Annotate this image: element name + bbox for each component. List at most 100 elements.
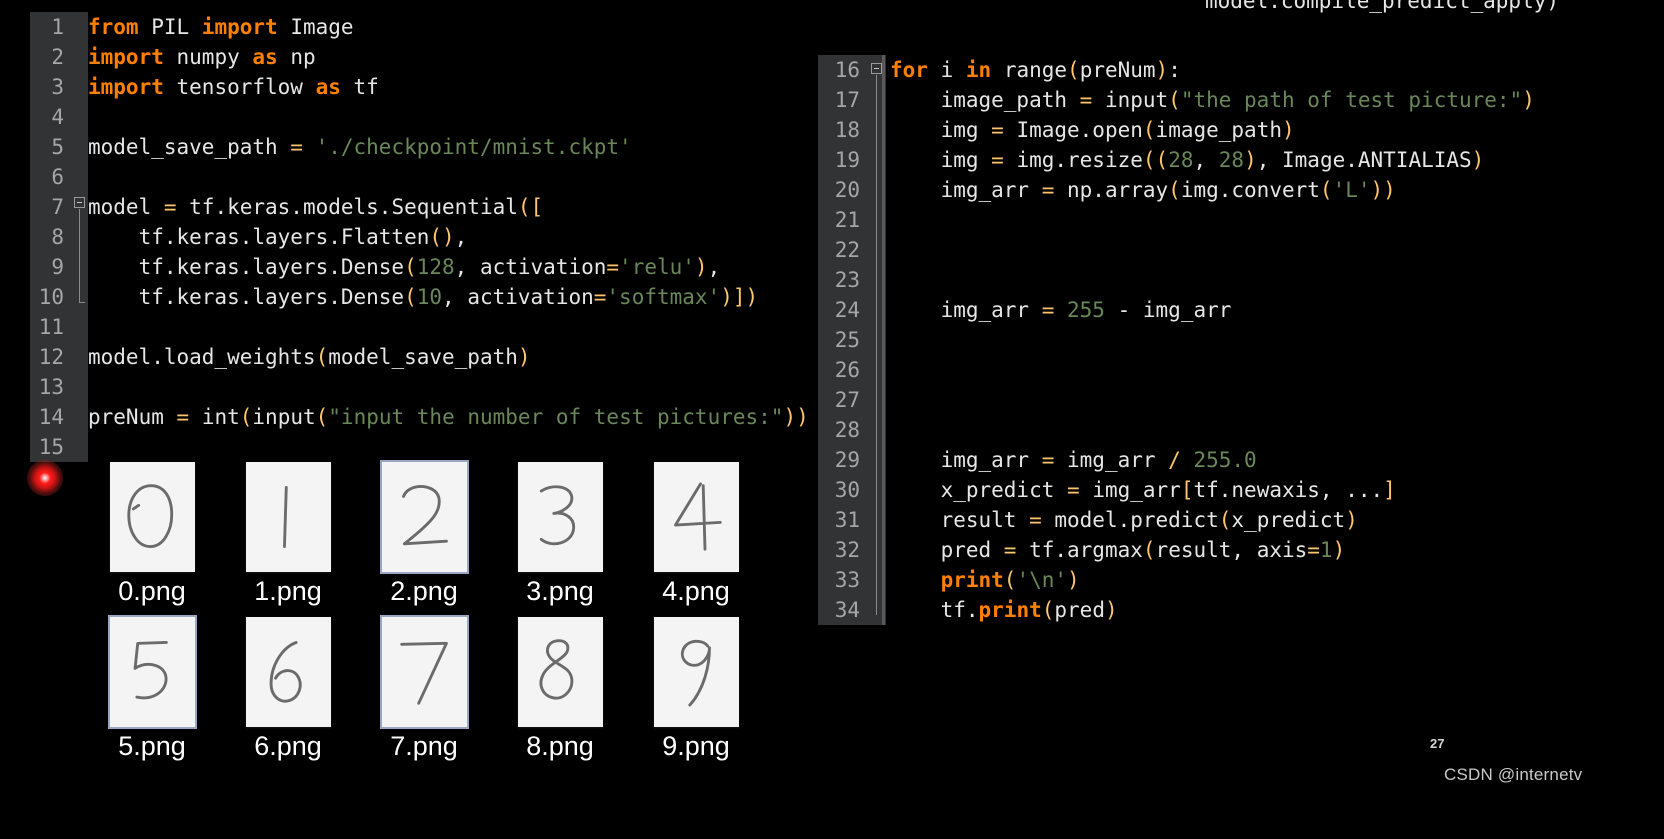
digit-image-4[interactable]: [653, 462, 739, 572]
line-number: 10: [38, 285, 64, 309]
code-token: 'L': [1332, 178, 1371, 202]
code-line[interactable]: result = model.predict(x_predict): [890, 505, 1664, 535]
code-token: =: [593, 285, 607, 309]
code-token: =: [1003, 538, 1030, 562]
code-line[interactable]: from PIL import Image: [88, 12, 840, 42]
code-token: tf.keras.layers.Dense: [88, 285, 405, 309]
code-line[interactable]: img_arr = np.array(img.convert('L')): [890, 175, 1664, 205]
code-line[interactable]: import numpy as np: [88, 42, 840, 72]
thumbnail-filename-label: 9.png: [662, 731, 730, 761]
thumbnail-item[interactable]: 5.png: [84, 615, 220, 762]
code-token: './checkpoint/mnist.ckpt': [315, 135, 632, 159]
code-line[interactable]: [890, 385, 1664, 415]
code-token: img_arr: [890, 448, 1042, 472]
code-line[interactable]: [88, 432, 840, 462]
line-number: 32: [834, 538, 860, 562]
code-token: "input the number of test pictures:": [328, 405, 784, 429]
thumbnail-item[interactable]: 0.png: [84, 462, 220, 607]
code-line[interactable]: img_arr = 255 - img_arr: [890, 295, 1664, 325]
code-token: result: [890, 508, 1030, 532]
code-line[interactable]: tf.keras.layers.Dense(128, activation='r…: [88, 252, 840, 282]
code-token: (: [404, 255, 417, 279]
line-number: 20: [834, 178, 860, 202]
code-line[interactable]: model_save_path = './checkpoint/mnist.ck…: [88, 132, 840, 162]
thumbnail-item[interactable]: 2.png: [356, 460, 492, 607]
line-number-gutter-right: 16 17 18 19 20 21 22 23 24 25 26 27 28 29 30 31 32 33 34: [818, 55, 868, 625]
thumbnail-item[interactable]: 6.png: [220, 617, 356, 762]
code-token: for: [890, 58, 941, 82]
digit-image-1[interactable]: [245, 462, 331, 572]
code-token: as: [252, 45, 291, 69]
code-editor-left-pane[interactable]: 1 2 3 4 5 6 7 8 9 10 11 12 13 14 15 from PIL import Im…: [30, 12, 840, 462]
code-text-area-right[interactable]: for i in range(preNum): image_path = inp…: [886, 55, 1664, 625]
code-token: print: [978, 598, 1042, 622]
code-token: ([: [517, 195, 544, 219]
thumbnail-item[interactable]: 9.png: [628, 617, 764, 762]
code-line[interactable]: x_predict = img_arr[tf.newaxis, ...]: [890, 475, 1664, 505]
thumbnail-item[interactable]: 8.png: [492, 617, 628, 762]
code-line[interactable]: tf.keras.layers.Flatten(),: [88, 222, 840, 252]
code-token: img_arr: [1092, 478, 1181, 502]
digit-image-3[interactable]: [517, 462, 603, 572]
code-token: pred: [890, 538, 1004, 562]
thumbnail-filename-label: 3.png: [526, 576, 594, 606]
line-number: 30: [834, 478, 860, 502]
code-line[interactable]: img = Image.open(image_path): [890, 115, 1664, 145]
code-line[interactable]: preNum = int(input("input the number of …: [88, 402, 840, 432]
code-line[interactable]: for i in range(preNum):: [890, 55, 1664, 85]
thumbnail-item[interactable]: 7.png: [356, 615, 492, 762]
code-line[interactable]: pred = tf.argmax(result, axis=1): [890, 535, 1664, 565]
code-token: 255.0: [1193, 448, 1257, 472]
line-number: 15: [38, 435, 64, 459]
code-token: img_arr: [890, 298, 1042, 322]
code-fold-column-right[interactable]: [868, 55, 886, 625]
code-token: , activation: [442, 285, 594, 309]
code-token: as: [315, 75, 354, 99]
digit-image-0[interactable]: [109, 462, 195, 572]
code-token: model.load_weights: [88, 345, 316, 369]
code-line[interactable]: [88, 102, 840, 132]
code-line[interactable]: [890, 325, 1664, 355]
digit-image-8[interactable]: [517, 617, 603, 727]
thumbnail-item[interactable]: 4.png: [628, 462, 764, 607]
digit-image-5[interactable]: [107, 615, 197, 729]
pane-separator: [882, 55, 885, 625]
digit-image-6[interactable]: [245, 617, 331, 727]
code-line[interactable]: model.load_weights(model_save_path): [88, 342, 840, 372]
code-line[interactable]: tf.keras.layers.Dense(10, activation='so…: [88, 282, 840, 312]
code-fold-column-left[interactable]: [72, 12, 88, 462]
code-line[interactable]: model = tf.keras.models.Sequential([: [88, 192, 840, 222]
digit-image-2[interactable]: [379, 460, 469, 574]
code-line[interactable]: img = img.resize((28, 28), Image.ANTIALI…: [890, 145, 1664, 175]
thumbnail-row: 5.png 6.png 7.png 8.png 9.png: [84, 615, 764, 762]
code-line[interactable]: [88, 372, 840, 402]
line-number: 19: [834, 148, 860, 172]
thumbnail-item[interactable]: 1.png: [220, 462, 356, 607]
code-line[interactable]: print('\n'): [890, 565, 1664, 595]
code-line[interactable]: [88, 162, 840, 192]
code-line[interactable]: [890, 235, 1664, 265]
code-line[interactable]: [890, 265, 1664, 295]
code-line[interactable]: import tensorflow as tf: [88, 72, 840, 102]
code-line[interactable]: [890, 205, 1664, 235]
code-line[interactable]: img_arr = img_arr / 255.0: [890, 445, 1664, 475]
code-line[interactable]: image_path = input("the path of test pic…: [890, 85, 1664, 115]
fold-toggle-icon[interactable]: [74, 197, 85, 208]
code-editor-right-pane[interactable]: 16 17 18 19 20 21 22 23 24 25 26 27 28 29 30 31 32 33 34 f…: [818, 55, 1664, 625]
thumbnail-item[interactable]: 3.png: [492, 462, 628, 607]
code-line[interactable]: [890, 415, 1664, 445]
code-line[interactable]: [88, 312, 840, 342]
code-token: PIL: [151, 15, 202, 39]
code-line[interactable]: tf.print(pred): [890, 595, 1664, 625]
code-token: tf: [353, 75, 379, 99]
fold-toggle-icon[interactable]: [871, 63, 882, 74]
code-line[interactable]: [890, 355, 1664, 385]
line-number: 34: [834, 598, 860, 622]
code-token: , Image.ANTIALIAS: [1256, 148, 1472, 172]
digit-image-9[interactable]: [653, 617, 739, 727]
code-text-area-left[interactable]: from PIL import Image import numpy as np i…: [88, 12, 840, 462]
digit-image-7[interactable]: [379, 615, 469, 729]
code-token: 1: [1319, 538, 1333, 562]
code-token: =: [1307, 538, 1320, 562]
code-token: =: [1041, 448, 1068, 472]
